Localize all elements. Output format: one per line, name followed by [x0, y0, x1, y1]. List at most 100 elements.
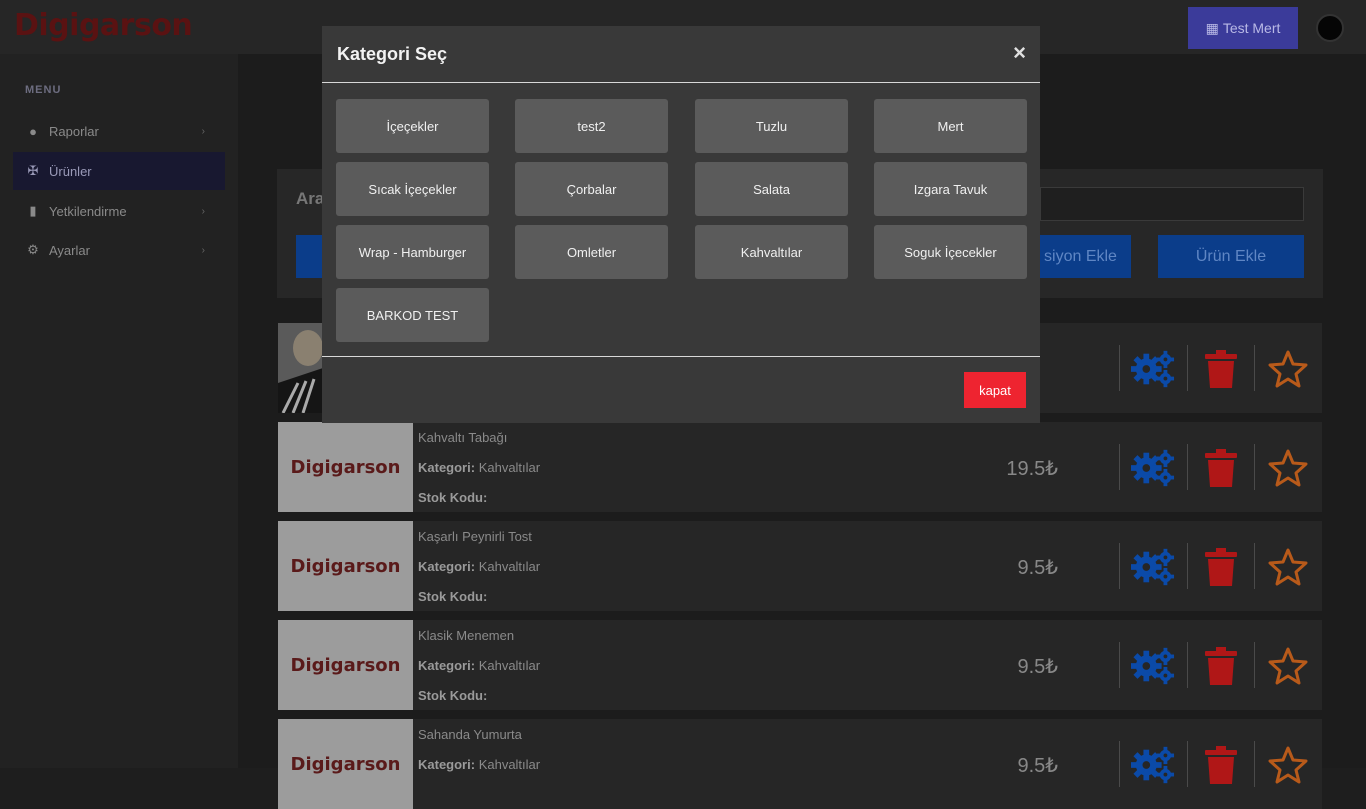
avatar[interactable] [1316, 14, 1344, 42]
product-price: 9.5₺ [1017, 755, 1058, 777]
product-card: Digigarson Kahvaltı Tabağı Kategori: Kah… [278, 422, 1322, 512]
product-price: 9.5₺ [1017, 557, 1058, 579]
logo[interactable]: Digigarson [14, 8, 194, 46]
product-card: Digigarson Klasik Menemen Kategori: Kahv… [278, 620, 1322, 710]
trash-icon[interactable] [1199, 545, 1243, 589]
divider [1254, 543, 1255, 589]
star-icon[interactable] [1266, 446, 1310, 490]
product-price: 9.5₺ [1017, 656, 1058, 678]
product-price: 19.5₺ [1006, 458, 1058, 480]
add-product-button[interactable]: Ürün Ekle [1158, 235, 1304, 278]
sidebar-item-label: Ayarlar [49, 242, 90, 258]
chevron-right-icon: › [201, 205, 205, 217]
category-button[interactable]: İçeçekler [336, 99, 489, 153]
category-button[interactable]: test2 [515, 99, 668, 153]
product-image: Digigarson [278, 422, 413, 512]
add-option-button[interactable]: siyon Ekle [1030, 235, 1131, 278]
settings-icon[interactable] [1131, 347, 1175, 391]
star-icon[interactable] [1266, 743, 1310, 787]
chevron-right-icon: › [201, 125, 205, 137]
product-logo-text: Digigarson [290, 753, 401, 775]
sidebar-item-yetkilendirme[interactable]: ▮ Yetkilendirme › [13, 192, 225, 230]
trash-icon[interactable] [1199, 347, 1243, 391]
product-name: Sahanda Yumurta [418, 727, 522, 742]
star-icon[interactable] [1266, 545, 1310, 589]
divider [1119, 444, 1120, 490]
category-button[interactable]: Omletler [515, 225, 668, 279]
category-button[interactable]: Wrap - Hamburger [336, 225, 489, 279]
divider [1254, 741, 1255, 787]
user-name: Test Mert [1222, 20, 1281, 36]
product-category: Kategori: Kahvaltılar [418, 757, 541, 772]
product-image: Digigarson [278, 521, 413, 611]
product-stock-code: Stok Kodu: [418, 490, 488, 505]
product-name: Klasik Menemen [418, 628, 515, 643]
user-menu-button[interactable]: ▦ Test Mert [1188, 7, 1298, 49]
category-button[interactable]: Sıcak İçeçekler [336, 162, 489, 216]
close-button[interactable]: kapat [964, 372, 1026, 408]
sidebar-item-ayarlar[interactable]: ⚙ Ayarlar › [13, 231, 225, 269]
divider [1254, 345, 1255, 391]
product-category: Kategori: Kahvaltılar [418, 559, 541, 574]
category-button[interactable]: Soguk İçecekler [874, 225, 1027, 279]
divider [1187, 543, 1188, 589]
divider [1119, 543, 1120, 589]
building-icon: ▦ [1205, 19, 1219, 36]
modal-header: Kategori Seç × [322, 26, 1040, 83]
star-icon[interactable] [1266, 347, 1310, 391]
menu-title: MENU [25, 84, 62, 96]
divider [1187, 741, 1188, 787]
category-button[interactable]: Salata [695, 162, 848, 216]
settings-icon[interactable] [1131, 446, 1175, 490]
category-button[interactable]: Kahvaltılar [695, 225, 848, 279]
trash-icon[interactable] [1199, 743, 1243, 787]
search-label: Ara [296, 189, 325, 208]
product-logo-text: Digigarson [290, 654, 401, 676]
sidebar-item-label: Ürünler [49, 163, 92, 179]
product-stock-code: Stok Kodu: [418, 688, 488, 703]
settings-icon[interactable] [1131, 644, 1175, 688]
category-button[interactable]: Çorbalar [515, 162, 668, 216]
utensils-icon: ✠ [27, 163, 39, 178]
bookmark-icon: ▮ [29, 203, 37, 218]
close-icon[interactable]: × [1013, 40, 1026, 66]
product-stock-code: Stok Kodu: [418, 589, 488, 604]
product-name: Kaşarlı Peynirli Tost [418, 529, 532, 544]
category-button[interactable]: Mert [874, 99, 1027, 153]
sidebar-item-urunler[interactable]: ✠ Ürünler [13, 152, 225, 190]
star-icon[interactable] [1266, 644, 1310, 688]
logo-text: Digigarson [14, 8, 193, 43]
trash-icon[interactable] [1199, 644, 1243, 688]
sidebar-item-raporlar[interactable]: ● Raporlar › [13, 112, 225, 150]
divider [1119, 642, 1120, 688]
category-select-modal: Kategori Seç × İçeçekler test2 Tuzlu Mert Sı… [322, 26, 1040, 423]
divider [1254, 642, 1255, 688]
chevron-right-icon: › [201, 244, 205, 256]
product-logo-text: Digigarson [290, 555, 401, 577]
category-button[interactable]: Tuzlu [695, 99, 848, 153]
product-image: Digigarson [278, 620, 413, 710]
product-card: Digigarson Sahanda Yumurta Kategori: Kah… [278, 719, 1322, 809]
divider [1254, 444, 1255, 490]
search-input[interactable] [1040, 187, 1304, 221]
user-circle-icon: ● [29, 123, 37, 139]
product-image: Digigarson [278, 719, 413, 809]
cogs-icon: ⚙ [27, 242, 39, 257]
trash-icon[interactable] [1199, 446, 1243, 490]
modal-footer [322, 356, 1040, 423]
divider [1187, 642, 1188, 688]
divider [1187, 345, 1188, 391]
product-card: Digigarson Kaşarlı Peynirli Tost Kategor… [278, 521, 1322, 611]
product-category: Kategori: Kahvaltılar [418, 460, 541, 475]
divider [1187, 444, 1188, 490]
settings-icon[interactable] [1131, 743, 1175, 787]
sidebar-item-label: Yetkilendirme [49, 203, 127, 219]
settings-icon[interactable] [1131, 545, 1175, 589]
product-name: Kahvaltı Tabağı [418, 430, 508, 445]
divider [1119, 741, 1120, 787]
product-logo-text: Digigarson [290, 456, 401, 478]
modal-title: Kategori Seç [337, 44, 448, 64]
divider [1119, 345, 1120, 391]
category-button[interactable]: BARKOD TEST [336, 288, 489, 342]
category-button[interactable]: Izgara Tavuk [874, 162, 1027, 216]
